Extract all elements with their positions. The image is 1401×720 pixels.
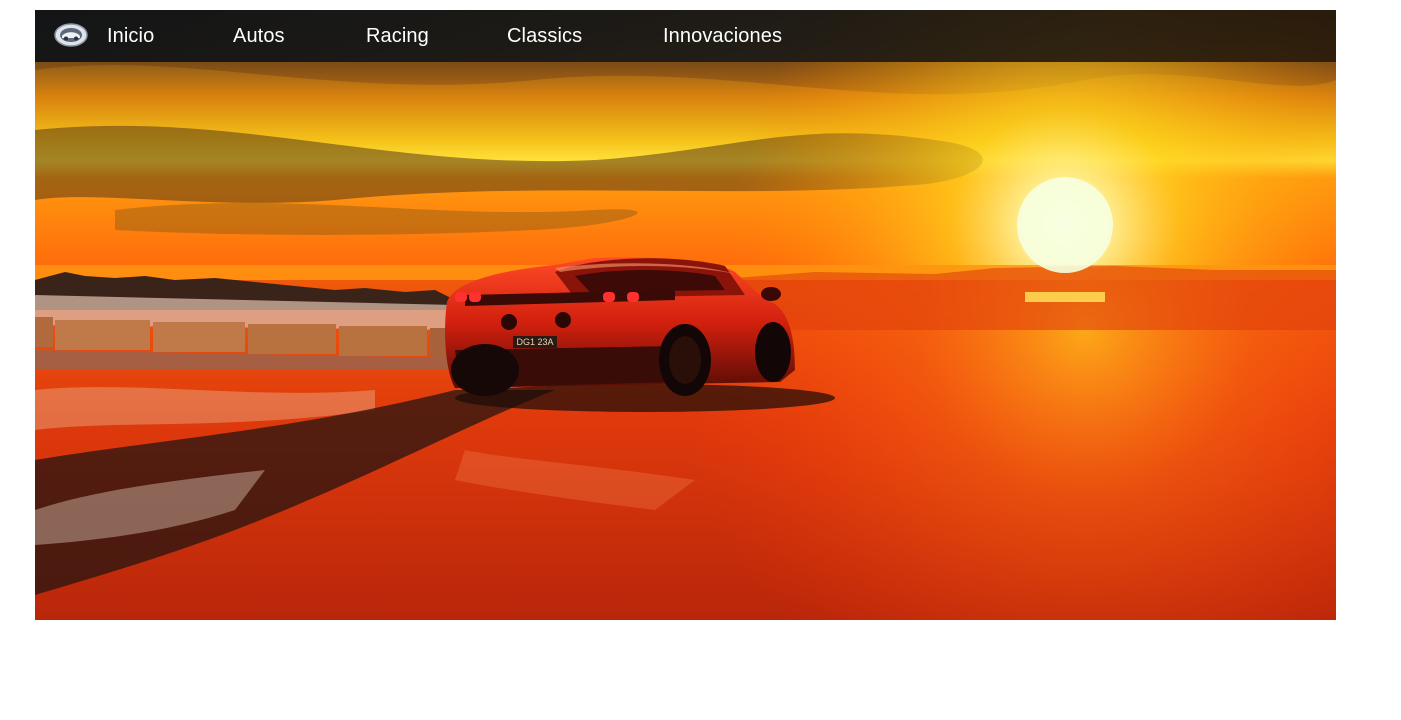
nav-item-innovaciones[interactable]: Innovaciones xyxy=(663,25,782,47)
nav-item-inicio[interactable]: Inicio xyxy=(107,25,154,47)
license-plate: DG1 23A xyxy=(516,337,553,347)
car-badge-icon[interactable] xyxy=(53,22,89,48)
nav-item-autos[interactable]: Autos xyxy=(233,25,285,47)
top-navigation-bar: Inicio Autos Racing Classics Innovacione… xyxy=(35,10,1336,62)
nav-item-racing[interactable]: Racing xyxy=(366,25,429,47)
hero-image: DG1 23A xyxy=(35,10,1336,620)
nav-item-classics[interactable]: Classics xyxy=(507,25,582,47)
hero-banner: DG1 23A Inicio Autos Racing Classics Inn… xyxy=(35,10,1336,620)
